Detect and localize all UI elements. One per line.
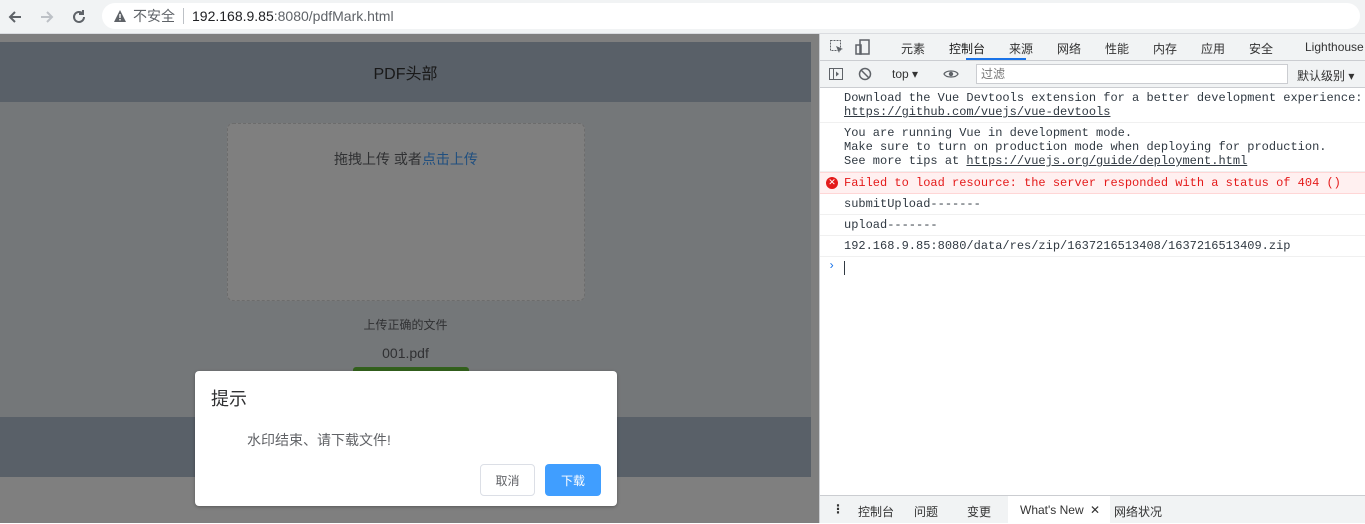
page-viewport: PDF头部 拖拽上传 或者点击上传 上传正确的文件 001.pdf 提示 水印结…	[0, 34, 819, 523]
address-divider	[183, 8, 184, 24]
tab-security[interactable]: 安全	[1249, 40, 1273, 57]
forward-arrow-icon[interactable]	[35, 5, 59, 29]
console-toolbar: top ▾ 默认级别 ▾	[820, 61, 1365, 88]
devtools-drawer: ⋮ 控制台 问题 变更 What's New ✕ 网络状况	[820, 495, 1365, 524]
message-box: 提示 水印结束、请下载文件! 取消 下载	[195, 371, 617, 506]
tab-memory[interactable]: 内存	[1153, 40, 1177, 57]
dialog-message: 水印结束、请下载文件!	[247, 432, 391, 448]
console-message: You are running Vue in development mode.…	[820, 123, 1365, 172]
security-label: 不安全	[133, 8, 175, 24]
message-link[interactable]: https://github.com/vuejs/vue-devtools	[844, 105, 1110, 119]
dialog-title: 提示	[211, 389, 247, 409]
console-error-message: ✕ Failed to load resource: the server res…	[820, 172, 1365, 194]
reload-icon[interactable]	[67, 5, 91, 29]
message-text: Download the Vue Devtools extension for …	[844, 91, 1363, 105]
drawer-tab-network-conditions[interactable]: 网络状况	[1114, 503, 1162, 520]
cancel-button[interactable]: 取消	[480, 464, 535, 496]
drawer-tab-issues[interactable]: 问题	[914, 503, 938, 520]
message-text: Make sure to turn on production mode whe…	[844, 140, 1327, 154]
error-icon: ✕	[826, 177, 838, 189]
log-levels-value: 默认级别	[1297, 69, 1346, 83]
message-link[interactable]: https://vuejs.org/guide/deployment.html	[966, 154, 1247, 168]
active-tab-indicator	[966, 58, 1026, 60]
console-message: 192.168.9.85:8080/data/res/zip/163721651…	[820, 236, 1365, 257]
tab-network[interactable]: 网络	[1057, 40, 1081, 57]
sidebar-toggle-icon[interactable]	[828, 66, 844, 82]
console-prompt[interactable]: ›	[820, 257, 1365, 277]
tab-lighthouse[interactable]: Lighthouse	[1305, 40, 1364, 54]
message-text: submitUpload-------	[844, 197, 981, 211]
download-button[interactable]: 下载	[545, 464, 601, 496]
console-message: Download the Vue Devtools extension for …	[820, 88, 1365, 123]
url-path: :8080/pdfMark.html	[273, 8, 394, 24]
clear-console-icon[interactable]	[857, 66, 873, 82]
message-text: 192.168.9.85:8080/data/res/zip/163721651…	[844, 239, 1291, 253]
drawer-tab-console[interactable]: 控制台	[858, 503, 894, 520]
devtools-panel: 元素 控制台 来源 网络 性能 内存 应用 安全 Lighthouse top …	[819, 34, 1365, 524]
devtools-tabbar: 元素 控制台 来源 网络 性能 内存 应用 安全 Lighthouse	[820, 34, 1365, 61]
message-text: See more tips at	[844, 154, 967, 168]
address-bar[interactable]: 不安全 192.168.9.85 :8080/pdfMark.html	[102, 3, 1360, 29]
tab-elements[interactable]: 元素	[901, 40, 925, 57]
warning-icon	[112, 8, 128, 24]
message-text: upload-------	[844, 218, 938, 232]
log-levels-select[interactable]: 默认级别 ▾	[1297, 67, 1354, 84]
console-message: submitUpload-------	[820, 194, 1365, 215]
drawer-tab-whats-new[interactable]: What's New	[1020, 503, 1084, 517]
console-filter-input[interactable]	[976, 64, 1288, 84]
console-output: Download the Vue Devtools extension for …	[820, 88, 1365, 277]
inspect-element-icon[interactable]	[829, 39, 845, 55]
tab-performance[interactable]: 性能	[1105, 40, 1129, 57]
url-host: 192.168.9.85	[192, 8, 274, 24]
drawer-menu-icon[interactable]: ⋮	[832, 502, 844, 516]
message-text: You are running Vue in development mode.	[844, 126, 1133, 140]
device-toolbar-icon[interactable]	[855, 39, 871, 55]
back-arrow-icon[interactable]	[3, 5, 27, 29]
tab-sources[interactable]: 来源	[1009, 40, 1033, 57]
browser-toolbar: 不安全 192.168.9.85 :8080/pdfMark.html	[0, 0, 1365, 34]
context-value: top	[892, 67, 909, 81]
text-caret	[844, 261, 845, 275]
tab-console[interactable]: 控制台	[949, 40, 985, 57]
close-icon[interactable]: ✕	[1090, 503, 1100, 517]
context-select[interactable]: top ▾	[892, 67, 918, 81]
message-text: Failed to load resource: the server resp…	[844, 176, 1341, 190]
live-expression-eye-icon[interactable]	[943, 66, 959, 82]
tab-application[interactable]: 应用	[1201, 40, 1225, 57]
console-message: upload-------	[820, 215, 1365, 236]
prompt-chevron-icon: ›	[828, 259, 836, 273]
drawer-tab-changes[interactable]: 变更	[967, 503, 991, 520]
